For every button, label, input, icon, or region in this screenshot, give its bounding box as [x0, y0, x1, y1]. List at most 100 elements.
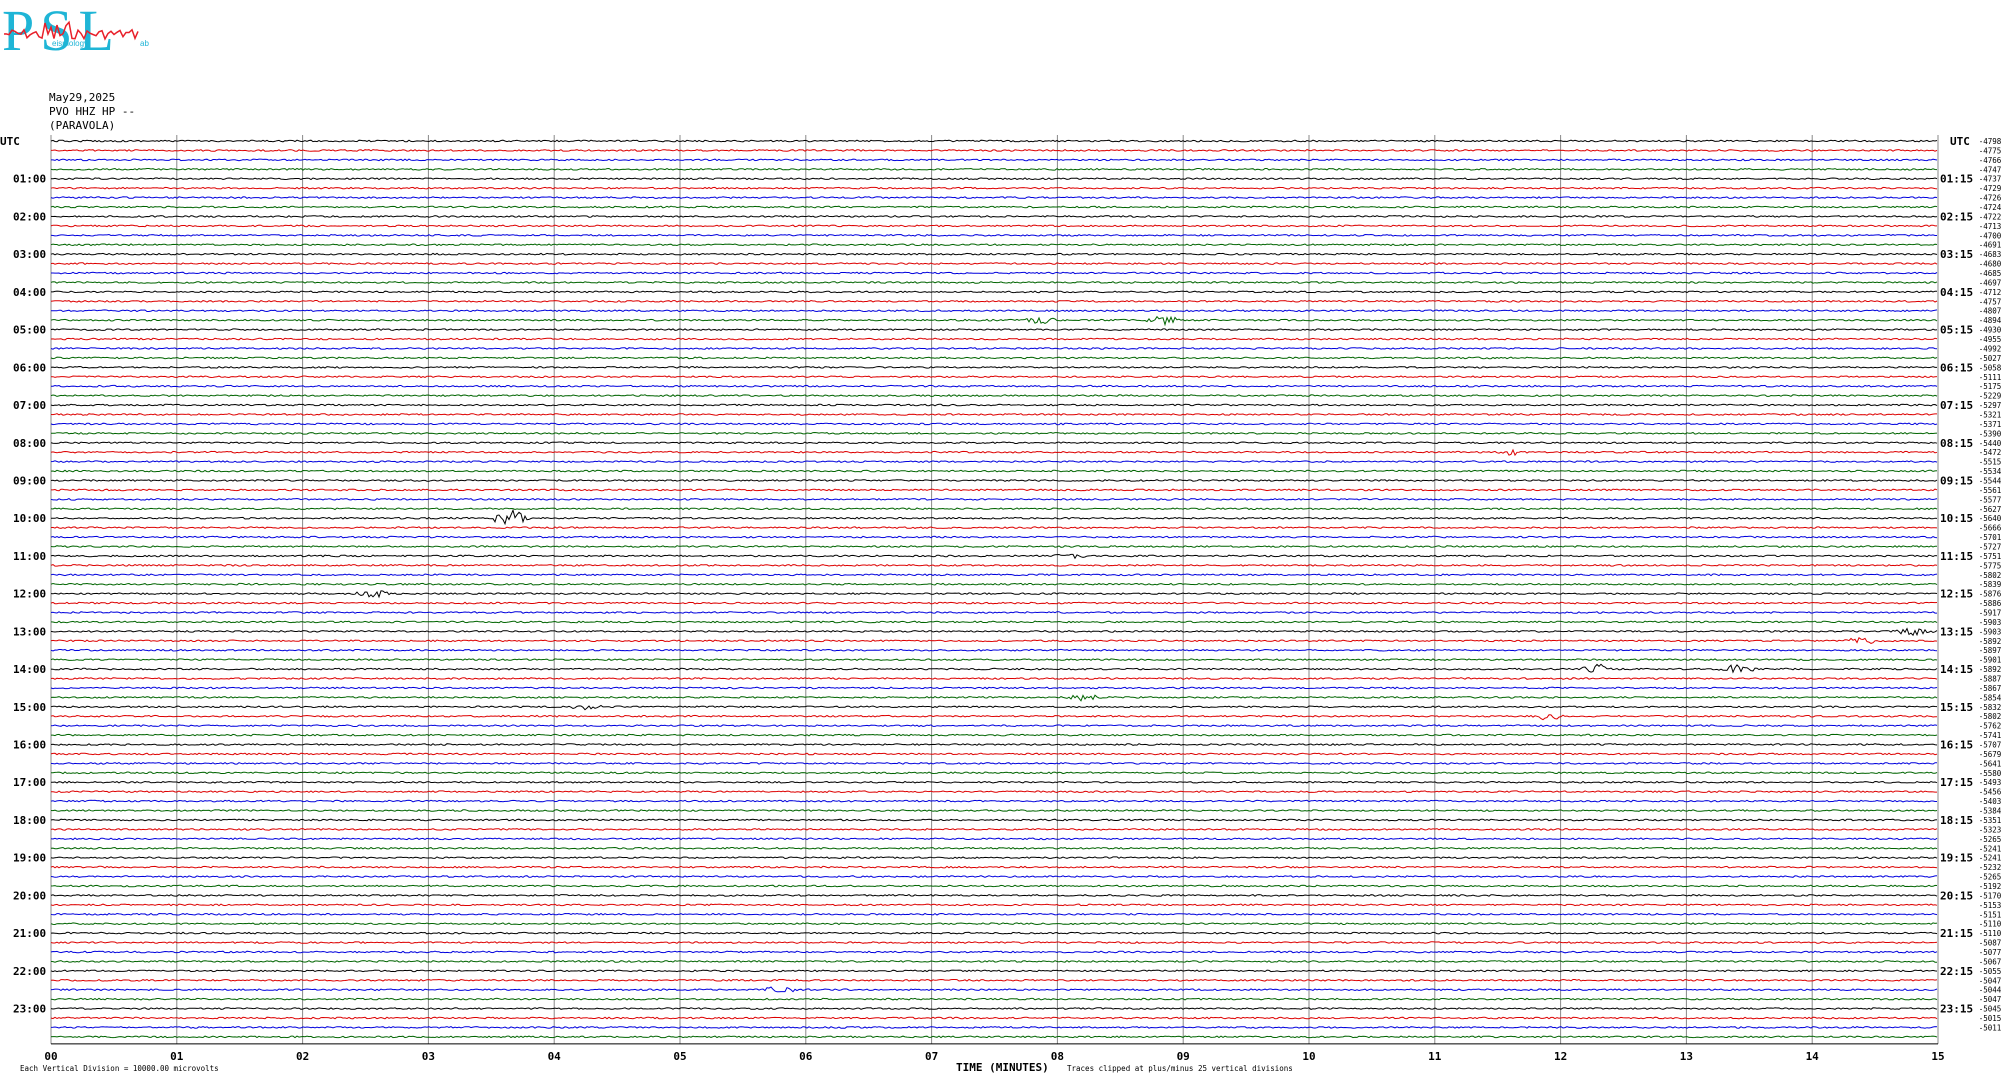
left-hour-label: 15:00: [13, 701, 46, 714]
seismic-trace: [50, 997, 1938, 1001]
right-hour-label: 10:15: [1940, 512, 1973, 525]
seismic-trace: [50, 1016, 1938, 1020]
x-tick-label: 07: [925, 1050, 938, 1063]
trace-offset-label: -4737: [1979, 175, 2002, 184]
trace-offset-label: -4894: [1979, 316, 2002, 325]
helicorder-chart: -4798-4775-4766-4747-4737-4729-4726-4724…: [0, 135, 2002, 1074]
seismic-trace: [50, 663, 1938, 674]
right-hour-label: 15:15: [1940, 701, 1973, 714]
seismic-trace: [50, 601, 1938, 605]
seismic-trace: [50, 950, 1938, 954]
trace-offset-label: -5627: [1979, 505, 2002, 514]
seismic-trace: [50, 196, 1938, 200]
seismic-trace: [50, 215, 1938, 218]
trace-offset-label: -4713: [1979, 222, 2002, 231]
right-hour-label: 09:15: [1940, 474, 1973, 487]
seismic-trace: [50, 469, 1938, 473]
seismic-trace: [50, 375, 1938, 379]
right-hour-label: 06:15: [1940, 361, 1973, 374]
seismic-trace: [50, 281, 1938, 284]
trace-offset-label: -5707: [1979, 741, 2002, 750]
seismic-trace: [50, 931, 1938, 935]
x-tick-label: 01: [170, 1050, 184, 1063]
trace-offset-label: -5384: [1979, 807, 2002, 816]
trace-offset-label: -5170: [1979, 891, 2002, 900]
trace-offset-label: -5110: [1979, 920, 2002, 929]
clip-note: Traces clipped at plus/minus 25 vertical…: [1067, 1064, 1293, 1073]
seismic-trace: [50, 677, 1938, 680]
trace-offset-label: -5077: [1979, 948, 2002, 957]
trace-offset-label: -5897: [1979, 646, 2002, 655]
left-hour-label: 04:00: [13, 286, 46, 299]
trace-offset-label: -4992: [1979, 344, 2002, 353]
trace-offset-label: -5802: [1979, 571, 2002, 580]
seismic-trace: [50, 479, 1938, 482]
seismic-trace: [50, 403, 1938, 407]
seismic-trace: [50, 986, 1938, 993]
left-hour-label: 10:00: [13, 512, 46, 525]
seismic-trace: [50, 694, 1938, 702]
seismic-trace: [50, 205, 1938, 209]
seismic-trace: [50, 1035, 1938, 1039]
right-hour-label: 07:15: [1940, 399, 1973, 412]
trace-offset-label: -5241: [1979, 844, 2002, 853]
seismic-trace: [50, 186, 1938, 190]
x-tick-label: 14: [1806, 1050, 1820, 1063]
left-hour-label: 11:00: [13, 550, 46, 563]
seismic-trace: [50, 714, 1938, 721]
left-hour-label: 08:00: [13, 437, 46, 450]
seismic-trace: [50, 497, 1938, 501]
right-hour-label: 12:15: [1940, 588, 1973, 601]
trace-offset-label: -4712: [1979, 288, 2002, 297]
trace-offset-label: -5151: [1979, 910, 2002, 919]
trace-offset-label: -5903: [1979, 618, 2002, 627]
trace-offset-label: -5265: [1979, 873, 2002, 882]
trace-offset-label: -5577: [1979, 495, 2002, 504]
trace-offset-label: -5701: [1979, 533, 2002, 542]
seismic-trace: [50, 315, 1938, 327]
trace-offset-label: -5534: [1979, 467, 2002, 476]
right-hour-label: 02:15: [1940, 210, 1973, 223]
right-hour-label: 03:15: [1940, 248, 1973, 261]
seismic-trace: [50, 743, 1938, 746]
seismic-trace: [50, 590, 1938, 599]
seismic-trace: [50, 611, 1937, 614]
trace-offset-label: -4722: [1979, 212, 2002, 221]
seismic-trace: [50, 893, 1938, 897]
trace-offset-label: -4955: [1979, 335, 2002, 344]
seismic-trace: [51, 158, 1938, 162]
trace-offset-label: -5867: [1979, 684, 2002, 693]
seismic-trace: [50, 460, 1938, 464]
trace-offset-label: -4766: [1979, 156, 2002, 165]
right-hour-label: 08:15: [1940, 437, 1973, 450]
trace-offset-label: -4691: [1979, 241, 2002, 250]
seismic-trace: [50, 167, 1938, 171]
trace-offset-label: -4685: [1979, 269, 2002, 278]
trace-offset-label: -5515: [1979, 458, 2002, 467]
seismic-trace: [50, 827, 1938, 831]
seismic-trace: [50, 799, 1937, 803]
seismic-trace: [51, 431, 1938, 435]
left-hour-label: 18:00: [13, 814, 46, 827]
right-hour-label: 16:15: [1940, 739, 1973, 752]
left-hour-label: 13:00: [13, 625, 46, 638]
seismic-trace: [50, 262, 1938, 266]
trace-offset-label: -5175: [1979, 382, 2002, 391]
trace-offset-label: -5493: [1979, 778, 2002, 787]
trace-offset-label: -5456: [1979, 788, 2002, 797]
trace-offset-label: -5153: [1979, 901, 2002, 910]
seismic-trace: [50, 959, 1937, 963]
trace-offset-label: -5892: [1979, 637, 2002, 646]
trace-offset-label: -5351: [1979, 816, 2002, 825]
trace-offset-label: -5027: [1979, 354, 2002, 363]
x-tick-label: 06: [799, 1050, 813, 1063]
trace-offset-label: -5111: [1979, 373, 2002, 382]
trace-offset-label: -4757: [1979, 297, 2002, 306]
right-hour-label: 04:15: [1940, 286, 1973, 299]
trace-offset-label: -5544: [1979, 476, 2002, 485]
trace-offset-label: -5058: [1979, 363, 2002, 372]
seismic-trace: [50, 969, 1938, 973]
trace-offset-label: -4798: [1979, 137, 2002, 146]
trace-offset-label: -5055: [1979, 967, 2002, 976]
right-hour-label: 14:15: [1940, 663, 1973, 676]
